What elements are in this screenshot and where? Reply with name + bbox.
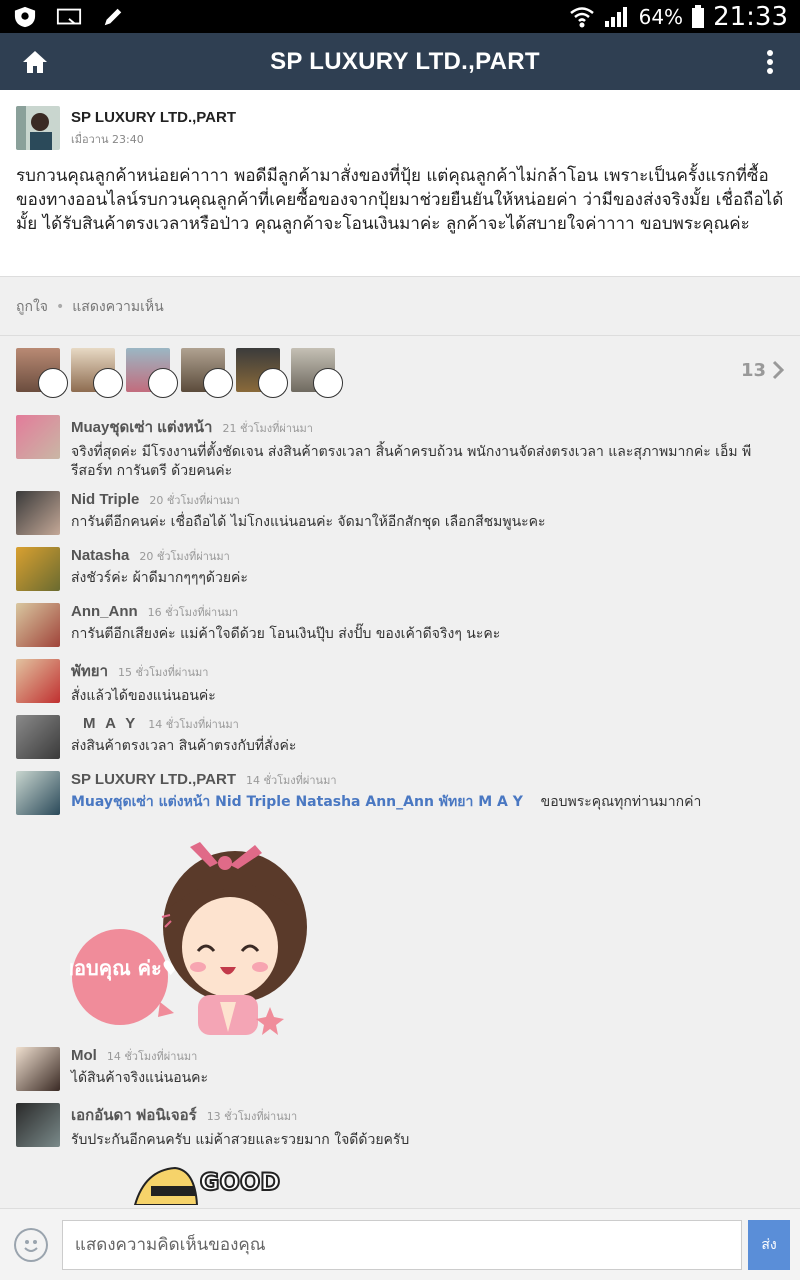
commenter-avatar[interactable] bbox=[16, 415, 60, 459]
comment-time: 16 ชั่วโมงที่ผ่านมา bbox=[147, 606, 239, 619]
comment-text: ขอบพระคุณทุกท่านมากค่า bbox=[540, 794, 702, 810]
comment-time: 13 ชั่วโมงที่ผ่านมา bbox=[206, 1110, 298, 1123]
comment-text: จริงที่สุดค่ะ มีโรงงานที่ตั้งชัดเจน ส่งส… bbox=[71, 444, 752, 479]
comment-button[interactable]: แสดงความเห็น bbox=[72, 296, 163, 318]
comment-time: 14 ชั่วโมงที่ผ่านมา bbox=[246, 774, 337, 787]
sticker-text: ขอบคุณ ค่ะ♥ bbox=[70, 956, 180, 981]
tagged-users[interactable]: Muayชุดเซ่า แต่งหน้า Nid Triple Natasha … bbox=[71, 794, 523, 810]
comment-time: 20 ชั่วโมงที่ผ่านมา bbox=[149, 494, 240, 507]
commenter-name[interactable]: Natasha bbox=[71, 547, 129, 564]
overflow-menu-button[interactable] bbox=[740, 33, 800, 90]
post-body: รบกวนคุณลูกค้าหน่อยค่าาาา พอดีมีลูกค้ามา… bbox=[16, 166, 784, 234]
commenter-avatar[interactable] bbox=[16, 715, 60, 759]
commenter-name[interactable]: Mol bbox=[71, 1047, 97, 1064]
liker-avatar[interactable] bbox=[181, 348, 233, 398]
comment-time: 14 ชั่วโมงที่ผ่านมา bbox=[148, 718, 239, 731]
thank-you-sticker: ขอบคุณ ค่ะ♥ bbox=[70, 842, 307, 1035]
liker-avatar[interactable] bbox=[291, 348, 343, 398]
cast-icon bbox=[56, 8, 82, 24]
liker-avatar[interactable] bbox=[71, 348, 123, 398]
author-avatar[interactable] bbox=[16, 106, 60, 150]
post-author-name[interactable]: SP LUXURY LTD.,PART bbox=[71, 109, 236, 126]
liker-avatar[interactable] bbox=[236, 348, 288, 398]
comment-text: รับประกันอีกคนครับ แม่ค้าสวยและรวยมาก ใจ… bbox=[71, 1132, 410, 1148]
separator-dot: • bbox=[56, 298, 65, 315]
comment-input[interactable] bbox=[61, 1219, 743, 1270]
likes-count-link[interactable]: 13 bbox=[741, 360, 784, 381]
good-sticker: GOOD bbox=[133, 1166, 281, 1205]
wifi-icon bbox=[569, 6, 594, 27]
comment-text: การันตีอีกเสียงค่ะ แม่ค้าใจดีด้วย โอนเงิ… bbox=[71, 626, 501, 642]
comment-item: Natasha 20 ชั่วโมงที่ผ่านมา ส่งชัวร์ค่ะ ผ… bbox=[0, 547, 800, 591]
comment-text: ได้สินค้าจริงแน่นอนคะ bbox=[71, 1070, 209, 1086]
comment-item: Nid Triple 20 ชั่วโมงที่ผ่านมา การันตีอีก… bbox=[0, 491, 800, 535]
home-icon bbox=[23, 50, 47, 73]
post-actions: ถูกใจ • แสดงความเห็น bbox=[0, 278, 800, 336]
laugh-sticker-icon bbox=[93, 368, 123, 398]
signal-icon bbox=[604, 6, 627, 27]
send-button[interactable]: ส่ง bbox=[748, 1219, 790, 1270]
comment-item: เอกอันดา ฟอนิเจอร์ 13 ชั่วโมงที่ผ่านมา รั… bbox=[0, 1103, 800, 1150]
commenter-avatar[interactable] bbox=[16, 491, 60, 535]
comment-time: 21 ชั่วโมงที่ผ่านมา bbox=[222, 422, 313, 435]
laugh-sticker-icon bbox=[203, 368, 233, 398]
app-bar: SP LUXURY LTD.,PART bbox=[0, 33, 800, 90]
home-button[interactable] bbox=[0, 33, 70, 90]
comment-text: การันตีอีกคนค่ะ เชื่อถือได้ ไม่โกงแน่นอน… bbox=[71, 514, 546, 530]
like-button[interactable]: ถูกใจ bbox=[16, 296, 48, 318]
liker-avatar[interactable] bbox=[126, 348, 178, 398]
comment-item: SP LUXURY LTD.,PART 14 ชั่วโมงที่ผ่านมา M… bbox=[0, 771, 800, 815]
commenter-avatar[interactable] bbox=[16, 547, 60, 591]
comment-item: Muayชุดเซ่า แต่งหน้า 21 ชั่วโมงที่ผ่านมา … bbox=[0, 415, 800, 481]
post-card: SP LUXURY LTD.,PART เมื่อวาน 23:40 รบกวน… bbox=[0, 90, 800, 277]
battery-percent: 64% bbox=[638, 4, 684, 29]
commenter-avatar[interactable] bbox=[16, 1103, 60, 1147]
shield-icon bbox=[14, 6, 36, 27]
commenter-avatar[interactable] bbox=[16, 771, 60, 815]
commenter-name[interactable]: Nid Triple bbox=[71, 491, 139, 508]
commenter-name[interactable]: Ann_Ann bbox=[71, 603, 138, 620]
commenter-avatar[interactable] bbox=[16, 603, 60, 647]
commenter-name[interactable]: Muayชุดเซ่า แต่งหน้า bbox=[71, 415, 212, 439]
likes-count: 13 bbox=[740, 359, 766, 381]
comment-time: 14 ชั่วโมงที่ผ่านมา bbox=[106, 1050, 198, 1063]
emoji-button[interactable] bbox=[14, 1227, 48, 1262]
commenter-name[interactable]: เอกอันดา ฟอนิเจอร์ bbox=[71, 1103, 197, 1127]
chevron-right-icon bbox=[772, 360, 784, 380]
laugh-sticker-icon bbox=[258, 368, 288, 398]
comment-item: Ann_Ann 16 ชั่วโมงที่ผ่านมา การันตีอีกเสี… bbox=[0, 603, 800, 647]
pencil-icon bbox=[104, 8, 122, 25]
commenter-name[interactable]: SP LUXURY LTD.,PART bbox=[71, 771, 236, 788]
comment-text: ส่งสินค้าตรงเวลา สินค้าตรงกับที่สั่งค่ะ bbox=[71, 738, 297, 754]
liker-avatar[interactable] bbox=[16, 348, 68, 398]
comment-item: Mol 14 ชั่วโมงที่ผ่านมา ได้สินค้าจริงแน่น… bbox=[0, 1047, 800, 1091]
laugh-sticker-icon bbox=[38, 368, 68, 398]
status-bar: 64% 21:33 bbox=[0, 0, 800, 33]
battery-icon bbox=[692, 4, 705, 28]
comment-item: พัทยา 15 ชั่วโมงที่ผ่านมา สั่งแล้วได้ของแ… bbox=[0, 659, 800, 706]
laugh-sticker-icon bbox=[313, 368, 343, 398]
commenter-avatar[interactable] bbox=[16, 659, 60, 703]
likers-row: 13 bbox=[0, 337, 800, 403]
laugh-sticker-icon bbox=[148, 368, 178, 398]
more-vert-icon bbox=[767, 49, 773, 74]
sticker-good-text: GOOD bbox=[200, 1168, 280, 1196]
post-timestamp: เมื่อวาน 23:40 bbox=[71, 132, 144, 146]
comment-text: ส่งชัวร์ค่ะ ผ้าดีมากๆๆๆด้วยค่ะ bbox=[71, 570, 248, 586]
clock: 21:33 bbox=[713, 1, 788, 32]
commenter-name[interactable]: M A Y bbox=[83, 715, 138, 732]
commenter-avatar[interactable] bbox=[16, 1047, 60, 1091]
comment-time: 20 ชั่วโมงที่ผ่านมา bbox=[139, 550, 230, 563]
comment-text: สั่งแล้วได้ของแน่นอนค่ะ bbox=[71, 688, 216, 704]
comment-time: 15 ชั่วโมงที่ผ่านมา bbox=[118, 666, 209, 679]
commenter-name[interactable]: พัทยา bbox=[71, 659, 108, 683]
comment-composer: ส่ง bbox=[0, 1208, 800, 1280]
comment-item: M A Y 14 ชั่วโมงที่ผ่านมา ส่งสินค้าตรงเวล… bbox=[0, 715, 800, 759]
smiley-icon bbox=[24, 1239, 38, 1252]
page-title: SP LUXURY LTD.,PART bbox=[270, 47, 540, 75]
